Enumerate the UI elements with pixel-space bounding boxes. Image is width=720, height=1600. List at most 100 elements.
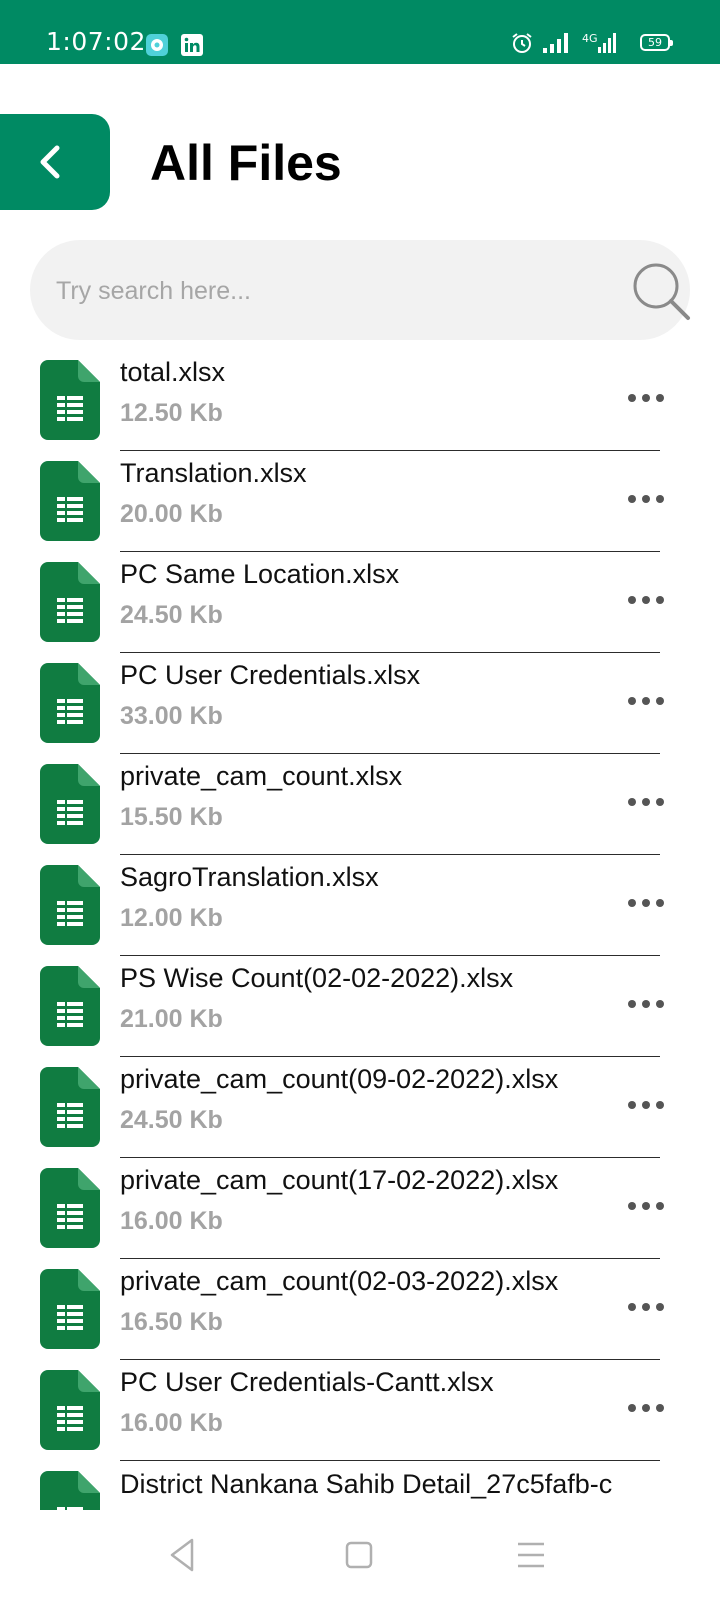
more-options-button[interactable] [628, 893, 668, 913]
linkedin-icon [181, 34, 203, 56]
more-dot [628, 596, 636, 604]
back-button[interactable] [0, 114, 110, 210]
page-title: All Files [150, 135, 342, 191]
more-dot [628, 899, 636, 907]
file-name: private_cam_count.xlsx [120, 761, 403, 791]
file-name: PC User Credentials.xlsx [120, 660, 421, 690]
more-options-button[interactable] [628, 590, 668, 610]
spreadsheet-file-icon [40, 663, 100, 743]
file-row[interactable]: private_cam_count.xlsx 15.50 Kb [0, 754, 720, 855]
more-dot [628, 1404, 636, 1412]
more-dot [642, 1303, 650, 1311]
file-name: private_cam_count(09-02-2022).xlsx [120, 1064, 559, 1094]
more-dot [656, 495, 664, 503]
file-name: PC Same Location.xlsx [120, 559, 400, 589]
file-row[interactable]: private_cam_count(17-02-2022).xlsx 16.00 … [0, 1158, 720, 1259]
more-options-button[interactable] [628, 489, 668, 509]
file-row[interactable]: private_cam_count(09-02-2022).xlsx 24.50 … [0, 1057, 720, 1158]
file-row[interactable]: SagroTranslation.xlsx 12.00 Kb [0, 855, 720, 956]
more-dot [628, 1303, 636, 1311]
more-dot [656, 1101, 664, 1109]
nav-back-icon[interactable] [160, 1532, 206, 1578]
system-nav-bar [0, 1510, 720, 1600]
more-dot [628, 798, 636, 806]
file-row[interactable]: PC Same Location.xlsx 24.50 Kb [0, 552, 720, 653]
file-name: Translation.xlsx [120, 458, 307, 488]
more-dot [656, 1303, 664, 1311]
alarm-icon [512, 33, 532, 53]
more-dot [642, 798, 650, 806]
more-dot [656, 1202, 664, 1210]
file-row[interactable]: PS Wise Count(02-02-2022).xlsx 21.00 Kb [0, 956, 720, 1057]
nav-home-icon[interactable] [336, 1532, 382, 1578]
more-options-button[interactable] [628, 1095, 668, 1115]
file-name: private_cam_count(02-03-2022).xlsx [120, 1266, 559, 1296]
more-dot [656, 596, 664, 604]
file-name: District Nankana Sahib Detail_27c5fafb-c [120, 1469, 613, 1499]
more-dot [628, 1202, 636, 1210]
file-size: 12.00 Kb [120, 904, 223, 932]
more-dot [642, 495, 650, 503]
file-row[interactable]: private_cam_count(02-03-2022).xlsx 16.50 … [0, 1259, 720, 1360]
file-row[interactable]: Translation.xlsx 20.00 Kb [0, 451, 720, 552]
file-list: total.xlsx 12.50 Kb Translation.xlsx 20.00 … [0, 350, 720, 1510]
file-row[interactable]: District Nankana Sahib Detail_27c5fafb-c [0, 1461, 720, 1510]
file-size: 16.00 Kb [120, 1207, 223, 1235]
network-type-label: 4G [582, 32, 598, 45]
more-options-button[interactable] [628, 388, 668, 408]
signal-4g-icon: 4G [582, 32, 616, 53]
status-bar: 1:07:02 4G 59 [0, 0, 720, 64]
more-dot [656, 1404, 664, 1412]
more-dot [642, 899, 650, 907]
more-dot [642, 596, 650, 604]
spreadsheet-file-icon [40, 562, 100, 642]
file-name: private_cam_count(17-02-2022).xlsx [120, 1165, 559, 1195]
more-dot [642, 697, 650, 705]
file-row[interactable]: total.xlsx 12.50 Kb [0, 350, 720, 451]
more-dot [642, 394, 650, 402]
more-dot [642, 1000, 650, 1008]
file-name: total.xlsx [120, 357, 226, 387]
more-dot [642, 1101, 650, 1109]
spreadsheet-file-icon [40, 1370, 100, 1450]
nav-menu-icon[interactable] [508, 1532, 554, 1578]
spreadsheet-file-icon [40, 1168, 100, 1248]
more-options-button[interactable] [628, 792, 668, 812]
more-dot [628, 495, 636, 503]
file-row[interactable]: PC User Credentials.xlsx 33.00 Kb [0, 653, 720, 754]
signal-icon [543, 33, 568, 53]
more-options-button[interactable] [628, 994, 668, 1014]
file-size: 33.00 Kb [120, 702, 223, 730]
spreadsheet-file-icon [40, 966, 100, 1046]
app-notification-icon [146, 34, 168, 56]
file-row[interactable]: PC User Credentials-Cantt.xlsx 16.00 Kb [0, 1360, 720, 1461]
more-options-button[interactable] [628, 1196, 668, 1216]
spreadsheet-file-icon [40, 1471, 100, 1510]
file-size: 21.00 Kb [120, 1005, 223, 1033]
spreadsheet-file-icon [40, 865, 100, 945]
search-input[interactable] [54, 265, 578, 317]
more-options-button[interactable] [628, 691, 668, 711]
file-name: SagroTranslation.xlsx [120, 862, 379, 892]
more-options-button[interactable] [628, 1297, 668, 1317]
spreadsheet-file-icon [40, 764, 100, 844]
file-size: 16.00 Kb [120, 1409, 223, 1437]
file-size: 24.50 Kb [120, 1106, 223, 1134]
spreadsheet-file-icon [40, 1269, 100, 1349]
more-dot [656, 697, 664, 705]
more-dot [642, 1202, 650, 1210]
more-dot [656, 798, 664, 806]
file-size: 24.50 Kb [120, 601, 223, 629]
file-name: PS Wise Count(02-02-2022).xlsx [120, 963, 514, 993]
more-options-button[interactable] [628, 1398, 668, 1418]
battery-indicator: 59 [640, 34, 673, 51]
search-icon[interactable] [630, 260, 694, 324]
file-size: 12.50 Kb [120, 399, 223, 427]
more-dot [628, 1000, 636, 1008]
status-time: 1:07:02 [46, 27, 146, 56]
spreadsheet-file-icon [40, 1067, 100, 1147]
more-dot [628, 394, 636, 402]
file-name: PC User Credentials-Cantt.xlsx [120, 1367, 494, 1397]
more-dot [656, 899, 664, 907]
file-size: 16.50 Kb [120, 1308, 223, 1336]
